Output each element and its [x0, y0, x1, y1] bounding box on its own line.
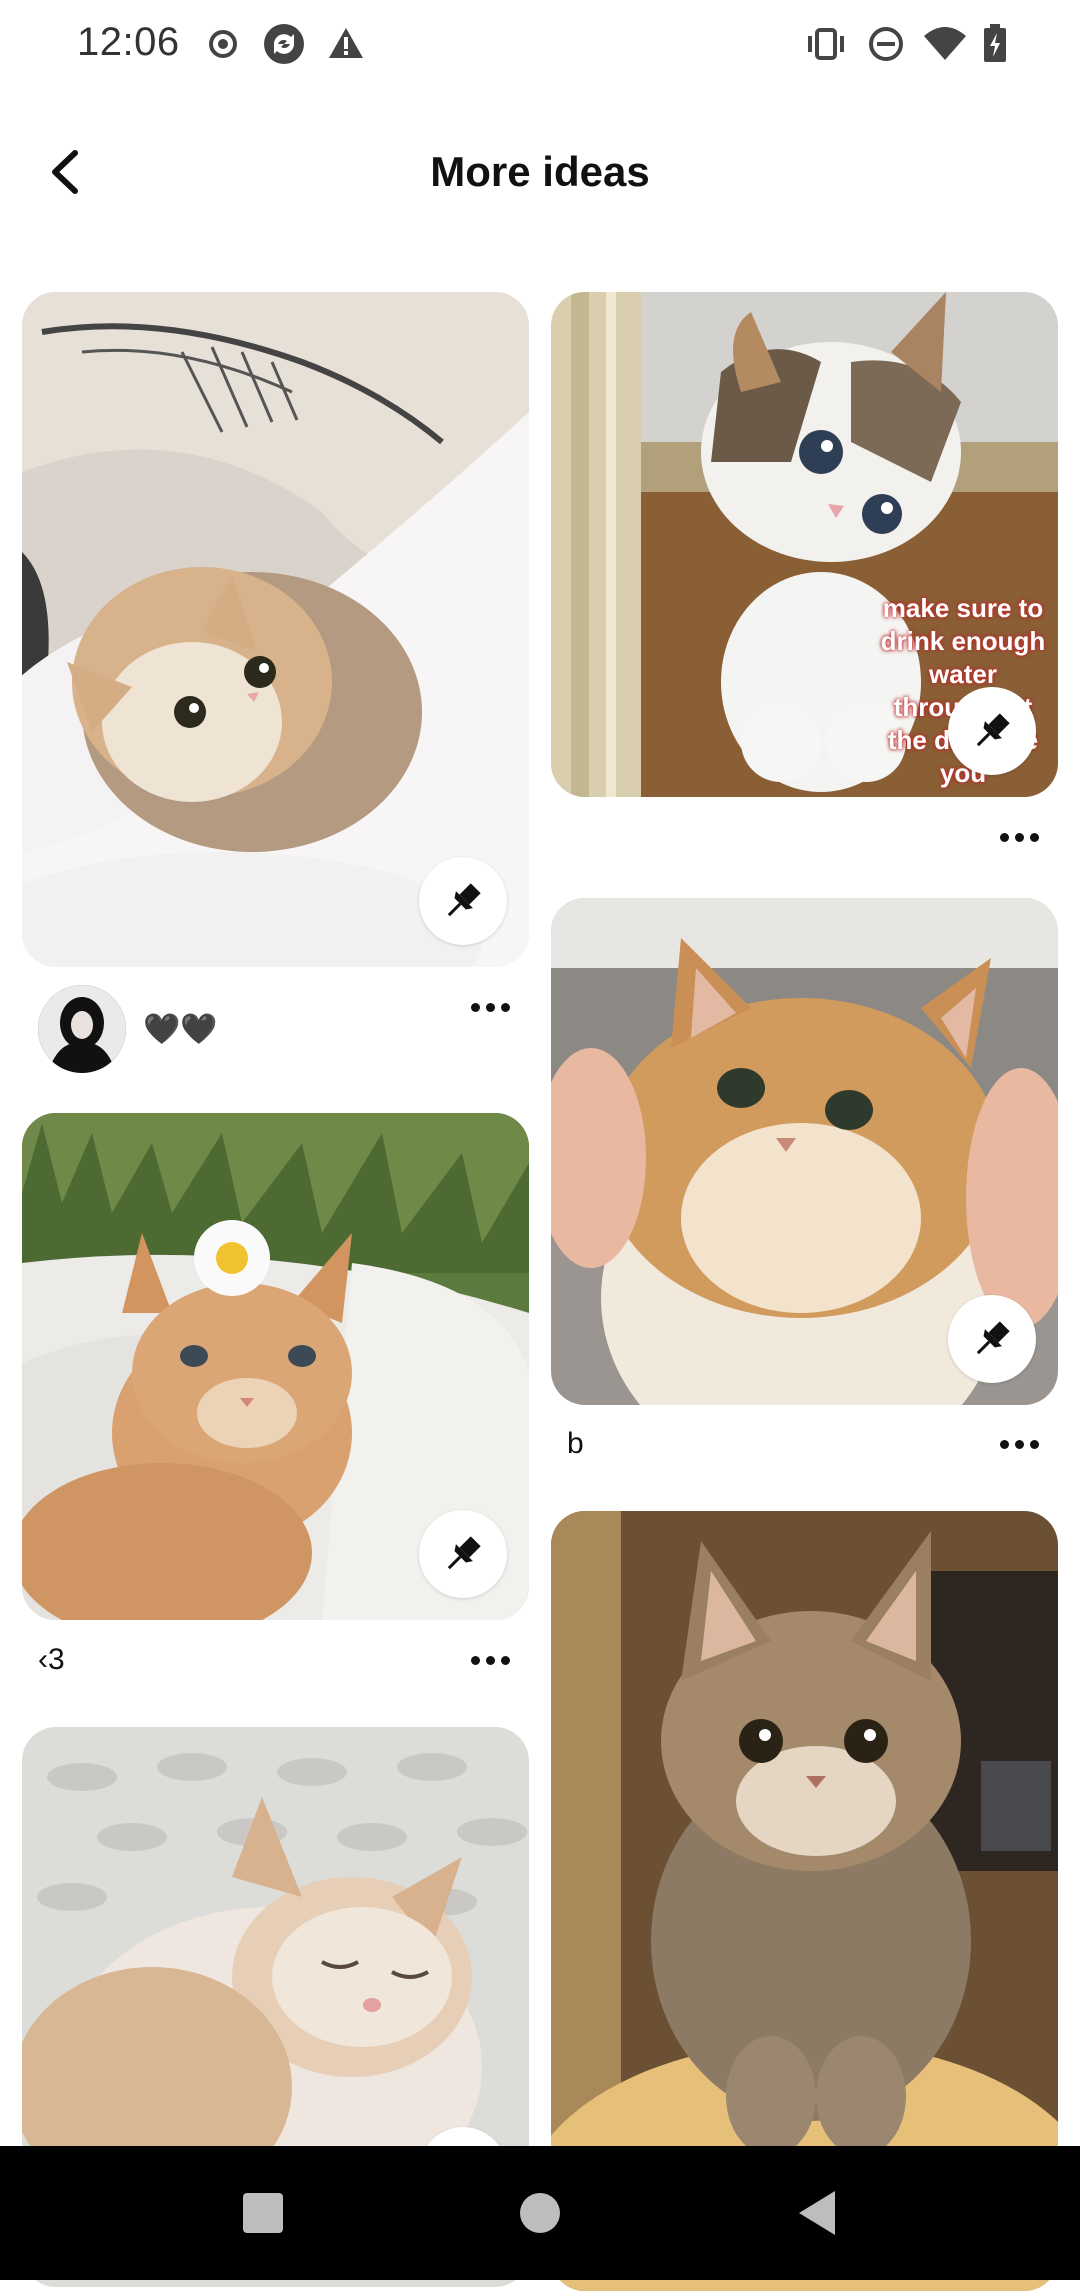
back-icon [799, 2191, 835, 2235]
ellipsis-icon [468, 1002, 513, 1012]
system-navigation-bar [0, 2146, 1080, 2280]
pin-card-4[interactable] [551, 898, 1058, 1405]
pin-options-button[interactable] [989, 1424, 1049, 1464]
pin-card-3[interactable] [22, 1113, 529, 1620]
save-pin-button[interactable] [948, 1295, 1036, 1383]
pushpin-icon [976, 1321, 1010, 1355]
recent-apps-icon [243, 2193, 283, 2233]
pin-author-name[interactable]: 🖤🖤 [143, 1012, 218, 1047]
ellipsis-icon [997, 1439, 1042, 1449]
pin-title[interactable]: b [567, 1427, 584, 1461]
home-button[interactable] [510, 2183, 570, 2243]
status-bar: 12:06 [0, 0, 1080, 88]
pin-title[interactable]: ‹3 [38, 1643, 65, 1677]
pin-card-1[interactable] [22, 292, 529, 967]
pin-card-2[interactable]: make sure to drink enough water througho… [551, 292, 1058, 797]
wifi-icon [924, 27, 966, 60]
battery-icon [984, 24, 1006, 62]
pin-options-button[interactable] [460, 1640, 520, 1680]
avatar[interactable] [38, 985, 126, 1073]
daisy [194, 1220, 270, 1296]
vibrate-icon [808, 28, 844, 60]
do-not-disturb-icon [869, 27, 903, 61]
sync-icon [264, 24, 304, 64]
home-icon [520, 2193, 560, 2233]
warning-icon [329, 28, 363, 58]
save-pin-button[interactable] [948, 687, 1036, 775]
pin-options-button[interactable] [989, 817, 1049, 857]
record-icon [209, 30, 237, 58]
page-header: More ideas [0, 120, 1080, 220]
pushpin-icon [447, 883, 481, 917]
pushpin-icon [447, 1536, 481, 1570]
pin-options-button[interactable] [460, 987, 520, 1027]
save-pin-button[interactable] [419, 1510, 507, 1598]
recent-apps-button[interactable] [233, 2183, 293, 2243]
page-title: More ideas [430, 148, 650, 195]
save-pin-button[interactable] [419, 857, 507, 945]
status-time: 12:06 [77, 20, 180, 64]
pushpin-icon [976, 713, 1010, 747]
ellipsis-icon [997, 832, 1042, 842]
avatar-image [38, 985, 126, 1073]
back-nav-button[interactable] [787, 2183, 847, 2243]
ellipsis-icon [468, 1655, 513, 1665]
